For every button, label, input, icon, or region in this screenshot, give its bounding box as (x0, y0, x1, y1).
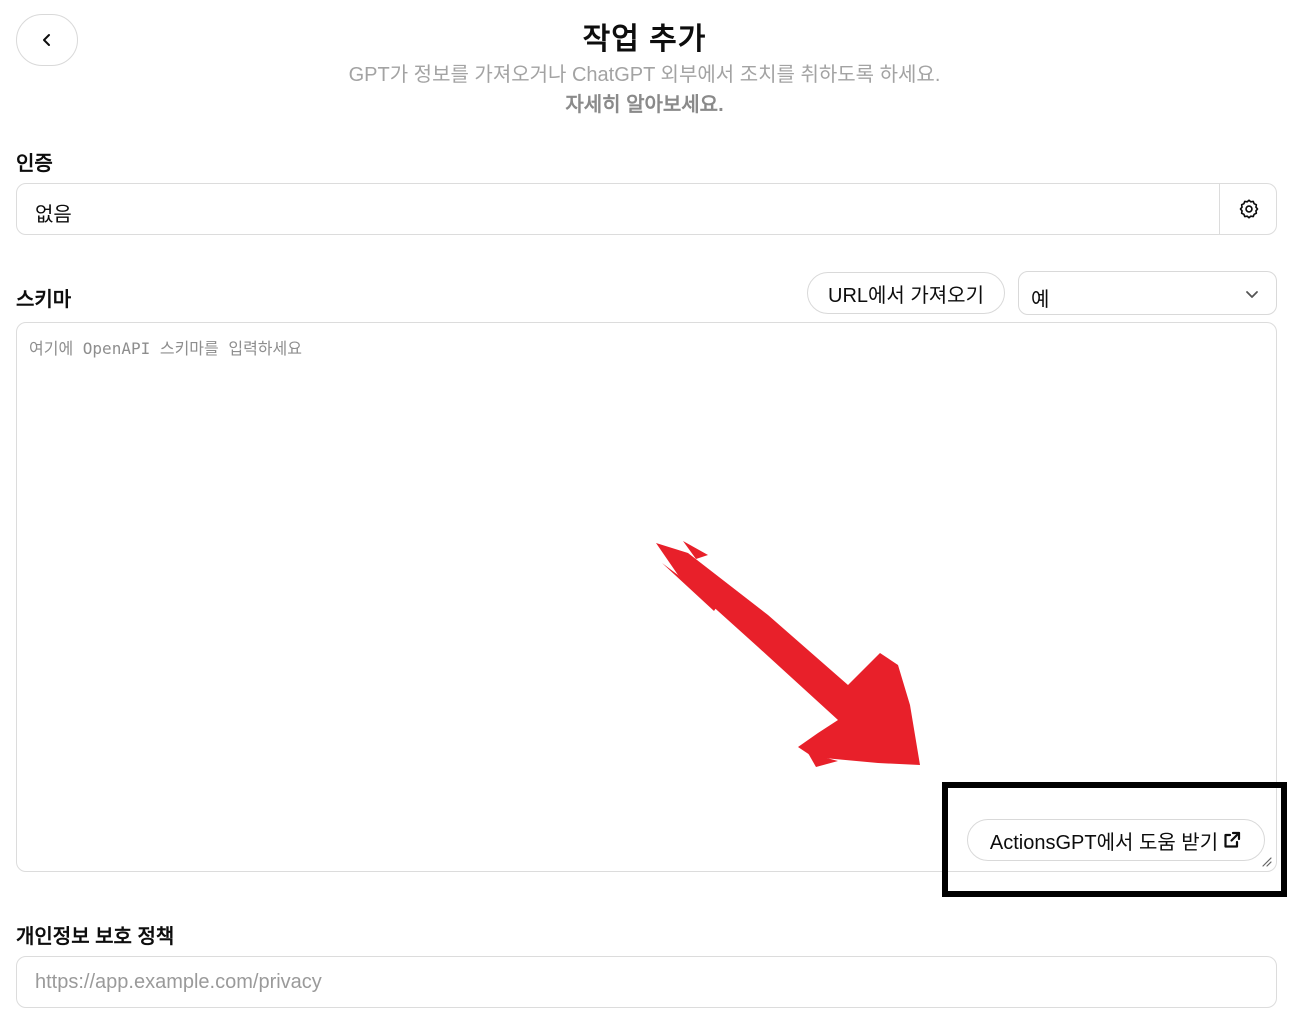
chevron-down-icon (1246, 291, 1258, 298)
page-subtitle: GPT가 정보를 가져오거나 ChatGPT 외부에서 조치를 취하도록 하세요… (348, 64, 941, 86)
resize-handle-icon[interactable] (1260, 855, 1272, 867)
privacy-label: 개인정보 보호 정책 (16, 926, 175, 948)
page-title: 작업 추가 (582, 23, 707, 56)
learn-more-link[interactable]: 자세히 알아보세요. (0, 88, 1289, 117)
annotation-arrow-icon (656, 541, 920, 767)
auth-value: 없음 (35, 204, 72, 226)
schema-textarea[interactable] (17, 323, 1276, 871)
schema-editor[interactable]: ActionsGPT에서 도움 받기 (16, 322, 1277, 872)
actions-gpt-help-button[interactable]: ActionsGPT에서 도움 받기 (967, 819, 1265, 861)
schema-label: 스키마 (16, 289, 72, 311)
actions-gpt-help-label: ActionsGPT에서 도움 받기 (989, 831, 1219, 854)
import-from-url-button[interactable]: URL에서 가져오기 (807, 272, 1005, 314)
privacy-policy-field[interactable] (16, 956, 1277, 1008)
examples-select[interactable]: 예 (1018, 271, 1277, 315)
auth-settings-button[interactable] (1220, 184, 1277, 234)
privacy-policy-input[interactable] (17, 957, 1276, 1007)
auth-field[interactable]: 없음 (16, 183, 1277, 235)
examples-select-value: 예 (1031, 289, 1050, 311)
external-link-icon (1224, 831, 1241, 848)
gear-icon (1239, 199, 1258, 219)
auth-label: 인증 (16, 153, 53, 175)
